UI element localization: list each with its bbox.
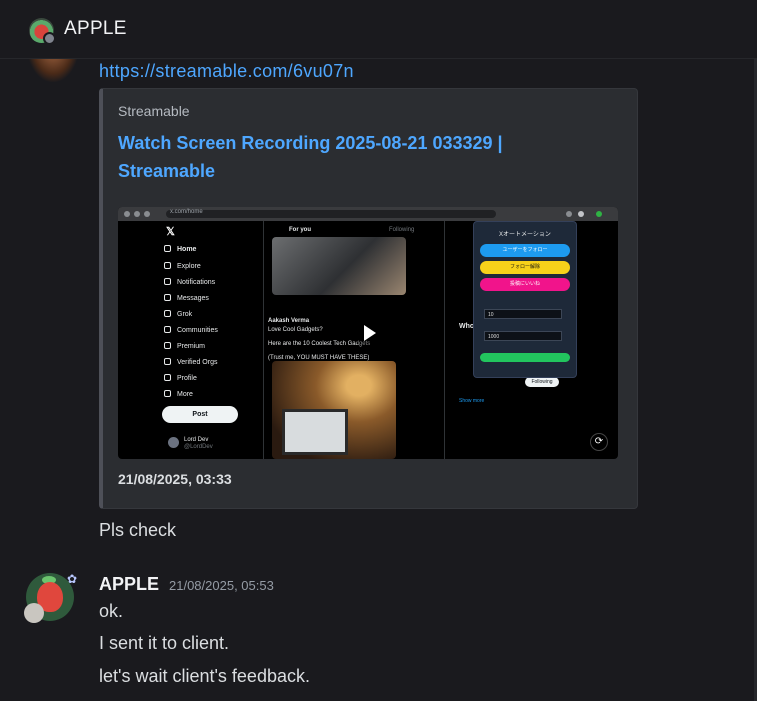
- feed-image-laptop: [272, 361, 396, 459]
- popup-input-delay: 1000: [484, 331, 562, 341]
- x-nav-profile: Profile: [164, 374, 197, 382]
- x-nav-explore: Explore: [164, 262, 201, 270]
- back-icon: [124, 211, 130, 217]
- popup-run-button: [480, 353, 570, 362]
- feed-image-keyboard: [272, 237, 406, 295]
- x-logo-icon: 𝕏: [166, 226, 175, 238]
- play-button[interactable]: [353, 318, 383, 348]
- message-author[interactable]: APPLE: [99, 574, 159, 595]
- embed-provider[interactable]: Streamable: [118, 103, 190, 119]
- popup-input-count: 10: [484, 309, 562, 319]
- x-nav-communities: Communities: [164, 326, 218, 334]
- x-user-name: Lord Dev: [184, 437, 209, 443]
- popup-like-button: 投稿にいいね: [480, 278, 570, 291]
- channel-header: APPLE: [0, 0, 757, 59]
- embed-timestamp: 21/08/2025, 03:33: [118, 471, 232, 487]
- popup-title: Xオートメーション: [499, 232, 551, 238]
- x-nav-notifications: Notifications: [164, 278, 215, 286]
- browser-url-bar: [166, 210, 496, 218]
- play-icon: [364, 325, 376, 341]
- people-icon: [164, 326, 171, 333]
- embed-title[interactable]: Watch Screen Recording 2025-08-21 033329…: [118, 129, 538, 185]
- mail-icon: [164, 294, 171, 301]
- x-icon: [164, 342, 171, 349]
- x-user-handle: @LordDev: [184, 444, 213, 450]
- user-icon: [164, 374, 171, 381]
- automation-popup: Xオートメーション ユーザーをフォロー フォロー解除 投稿にいいね 10 100…: [473, 221, 577, 378]
- lightning-icon: [164, 358, 171, 365]
- reload-icon: [144, 211, 150, 217]
- popup-follow-button: ユーザーをフォロー: [480, 244, 570, 257]
- popup-unfollow-button: フォロー解除: [480, 261, 570, 274]
- embed-video[interactable]: x.com/home 𝕏 Home Explore Notifications …: [118, 207, 618, 459]
- sync-icon[interactable]: ⟳: [590, 433, 608, 451]
- forward-icon: [134, 211, 140, 217]
- x-tab-for-you: For you: [289, 227, 311, 233]
- message-line: I sent it to client.: [99, 633, 230, 653]
- x-nav-grok: Grok: [164, 310, 192, 318]
- follow-button: Following: [525, 377, 559, 387]
- message-timestamp: 21/08/2025, 05:53: [169, 578, 274, 593]
- message-line: ok.: [99, 601, 124, 621]
- link-embed: Streamable Watch Screen Recording 2025-0…: [99, 88, 638, 509]
- more-icon: [164, 390, 171, 397]
- dm-avatar[interactable]: [29, 18, 56, 45]
- browser-url: x.com/home: [170, 209, 203, 215]
- profile-icon: [578, 211, 584, 217]
- show-more-link: Show more: [459, 398, 485, 404]
- grok-icon: [164, 310, 171, 317]
- tweet-line: Here are the 10 Coolest Tech Gadgets: [268, 341, 371, 347]
- home-icon: [164, 245, 171, 252]
- browser-toolbar: x.com/home: [118, 207, 618, 221]
- laptop-image: [282, 409, 348, 455]
- who-to-follow-label: Who: [459, 323, 475, 330]
- message-line: let's wait client's feedback.: [99, 666, 310, 686]
- status-dot: [43, 32, 56, 45]
- bell-icon: [164, 278, 171, 285]
- x-nav-messages: Messages: [164, 294, 209, 302]
- x-nav-home: Home: [164, 245, 196, 253]
- search-icon: [164, 262, 171, 269]
- x-nav-more: More: [164, 390, 193, 398]
- extension-green-icon: [596, 211, 602, 217]
- author-avatar[interactable]: ✿: [24, 573, 80, 625]
- x-nav-premium: Premium: [164, 342, 205, 350]
- x-tab-following: Following: [389, 227, 415, 233]
- x-tweet: Aakash Verma Love Cool Gadgets? Here are…: [268, 317, 438, 363]
- extension-icon: [566, 211, 572, 217]
- message-link[interactable]: https://streamable.com/6vu07n: [99, 61, 354, 82]
- channel-title[interactable]: APPLE: [64, 18, 127, 40]
- tweet-author: Aakash Verma: [268, 318, 310, 324]
- x-nav-verified-orgs: Verified Orgs: [164, 358, 217, 366]
- avatar-cat: [24, 603, 44, 623]
- x-post-button: Post: [162, 406, 238, 423]
- butterfly-icon: ✿: [67, 572, 78, 586]
- message-text: Pls check: [99, 520, 177, 540]
- x-user-avatar: [168, 437, 179, 448]
